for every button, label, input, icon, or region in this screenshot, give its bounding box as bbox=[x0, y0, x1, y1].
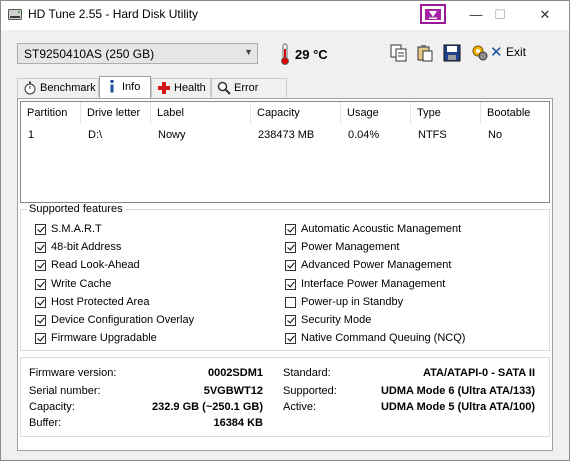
feature-label: Power Management bbox=[301, 241, 400, 254]
tab-info-label: Info bbox=[122, 81, 141, 93]
cell-type: NTFS bbox=[418, 129, 447, 141]
tab-info[interactable]: Info bbox=[99, 76, 151, 98]
tab-error-scan[interactable]: Error Scan bbox=[211, 78, 287, 113]
drive-info-group: Firmware version: 0002SDM1 Serial number… bbox=[20, 357, 550, 437]
cell-label: Nowy bbox=[158, 129, 186, 141]
cell-bootable: No bbox=[488, 129, 503, 141]
feature-label: Device Configuration Overlay bbox=[51, 314, 195, 326]
feature-checkbox[interactable] bbox=[285, 333, 296, 345]
cell-drive-letter: D:\ bbox=[88, 129, 103, 141]
feature-checkbox[interactable] bbox=[35, 224, 46, 235]
capacity-label: Capacity: bbox=[29, 401, 75, 413]
feature-checkbox[interactable] bbox=[35, 242, 46, 254]
serial-value: 5VGBWT12 bbox=[203, 385, 263, 397]
supported-mode-label: Supported: bbox=[283, 385, 337, 397]
magnifier-icon bbox=[217, 81, 231, 95]
feature-label: Security Mode bbox=[301, 314, 372, 326]
standard-value: ATA/ATAPI-0 - SATA II bbox=[422, 367, 535, 379]
feature-checkbox[interactable] bbox=[35, 315, 46, 326]
tab-benchmark[interactable]: Benchmark bbox=[17, 78, 99, 97]
feature-checkbox[interactable] bbox=[35, 333, 46, 345]
feature-checkbox[interactable] bbox=[285, 260, 296, 272]
feature-label: Automatic Acoustic Management bbox=[301, 223, 462, 235]
cell-partition: 1 bbox=[28, 129, 35, 141]
partition-list[interactable]: Partition Drive letter Label Capacity Us… bbox=[20, 101, 550, 203]
feature-label: Read Look-Ahead bbox=[51, 259, 140, 272]
firmware-label: Firmware version: bbox=[29, 367, 117, 379]
feature-checkbox[interactable] bbox=[285, 296, 296, 308]
cell-capacity: 238473 MB bbox=[258, 129, 315, 141]
supported-mode-value: UDMA Mode 6 (Ultra ATA/133) bbox=[380, 385, 535, 397]
feature-label: 48-bit Address bbox=[51, 241, 122, 254]
column-header-bootable[interactable]: Bootable bbox=[481, 102, 551, 124]
standard-label: Standard: bbox=[283, 367, 331, 379]
supported-features-title: Supported features bbox=[27, 203, 125, 215]
capacity-value: 232.9 GB (~250.1 GB) bbox=[152, 401, 263, 413]
column-header-drive-letter[interactable]: Drive letter bbox=[81, 102, 151, 124]
close-button[interactable]: ✕ bbox=[522, 1, 568, 30]
toolbar: ST9250410AS (250 GB) ▼ 29 °C ✕ Exit bbox=[1, 31, 569, 77]
hard-disk-app-icon bbox=[8, 9, 22, 20]
drive-select[interactable]: ST9250410AS (250 GB) ▼ bbox=[17, 43, 258, 64]
maximize-button[interactable]: ☐ bbox=[477, 1, 523, 30]
feature-checkbox[interactable] bbox=[285, 315, 296, 326]
active-mode-label: Active: bbox=[283, 401, 317, 413]
info-panel: Partition Drive letter Label Capacity Us… bbox=[17, 98, 553, 451]
paste-icon[interactable] bbox=[416, 44, 434, 62]
feature-checkbox[interactable] bbox=[285, 242, 296, 254]
exit-icon: ✕ bbox=[490, 44, 503, 61]
temperature-readout: 29 °C bbox=[295, 47, 328, 62]
thermometer-icon bbox=[281, 43, 289, 65]
exit-label: Exit bbox=[506, 45, 527, 59]
app-window: HD Tune 2.55 - Hard Disk Utility — ☐ ✕ S… bbox=[0, 0, 570, 461]
cell-usage: 0.04% bbox=[348, 129, 380, 141]
feature-label: Firmware Upgradable bbox=[51, 332, 157, 345]
column-header-label[interactable]: Label bbox=[151, 102, 251, 124]
tab-benchmark-label: Benchmark bbox=[40, 82, 96, 94]
feature-checkbox[interactable] bbox=[285, 224, 296, 235]
buffer-label: Buffer: bbox=[29, 417, 62, 429]
title-bar: HD Tune 2.55 - Hard Disk Utility — ☐ ✕ bbox=[1, 1, 569, 30]
active-mode-value: UDMA Mode 5 (Ultra ATA/100) bbox=[380, 401, 535, 413]
info-icon bbox=[110, 80, 114, 93]
column-header-partition[interactable]: Partition bbox=[21, 102, 81, 124]
health-cross-icon bbox=[158, 82, 170, 94]
buffer-value: 16384 KB bbox=[213, 417, 263, 429]
drive-select-value: ST9250410AS (250 GB) bbox=[24, 47, 155, 61]
feature-checkbox[interactable] bbox=[285, 278, 296, 290]
feature-label: Interface Power Management bbox=[301, 277, 446, 290]
supported-features-group: Supported features S.M.A.R.T 48-bit Addre… bbox=[20, 203, 550, 351]
feature-checkbox[interactable] bbox=[35, 260, 46, 272]
feature-label: Native Command Queuing (NCQ) bbox=[301, 332, 466, 345]
feature-checkbox[interactable] bbox=[35, 278, 46, 290]
download-arrow-icon bbox=[425, 9, 441, 20]
download-arrow-button[interactable] bbox=[420, 4, 446, 24]
feature-label: Write Cache bbox=[51, 277, 112, 290]
tab-health-label: Health bbox=[174, 82, 206, 94]
copy-icon[interactable] bbox=[390, 44, 408, 62]
save-icon[interactable] bbox=[443, 44, 461, 62]
column-header-type[interactable]: Type bbox=[411, 102, 481, 124]
serial-label: Serial number: bbox=[29, 385, 101, 397]
feature-label: Power-up in Standby bbox=[301, 295, 404, 308]
feature-label: Advanced Power Management bbox=[301, 259, 452, 272]
feature-checkbox[interactable] bbox=[35, 296, 46, 308]
stopwatch-icon bbox=[24, 81, 36, 95]
column-header-usage[interactable]: Usage bbox=[341, 102, 411, 124]
firmware-value: 0002SDM1 bbox=[207, 367, 263, 379]
feature-label: S.M.A.R.T bbox=[51, 223, 102, 235]
window-title: HD Tune 2.55 - Hard Disk Utility bbox=[28, 7, 199, 21]
feature-label: Host Protected Area bbox=[51, 295, 150, 308]
exit-button[interactable]: ✕ Exit bbox=[490, 44, 527, 61]
settings-tools-icon[interactable] bbox=[471, 44, 489, 62]
chevron-down-icon: ▼ bbox=[244, 47, 253, 57]
tab-health[interactable]: Health bbox=[151, 78, 211, 97]
column-header-capacity[interactable]: Capacity bbox=[251, 102, 341, 124]
